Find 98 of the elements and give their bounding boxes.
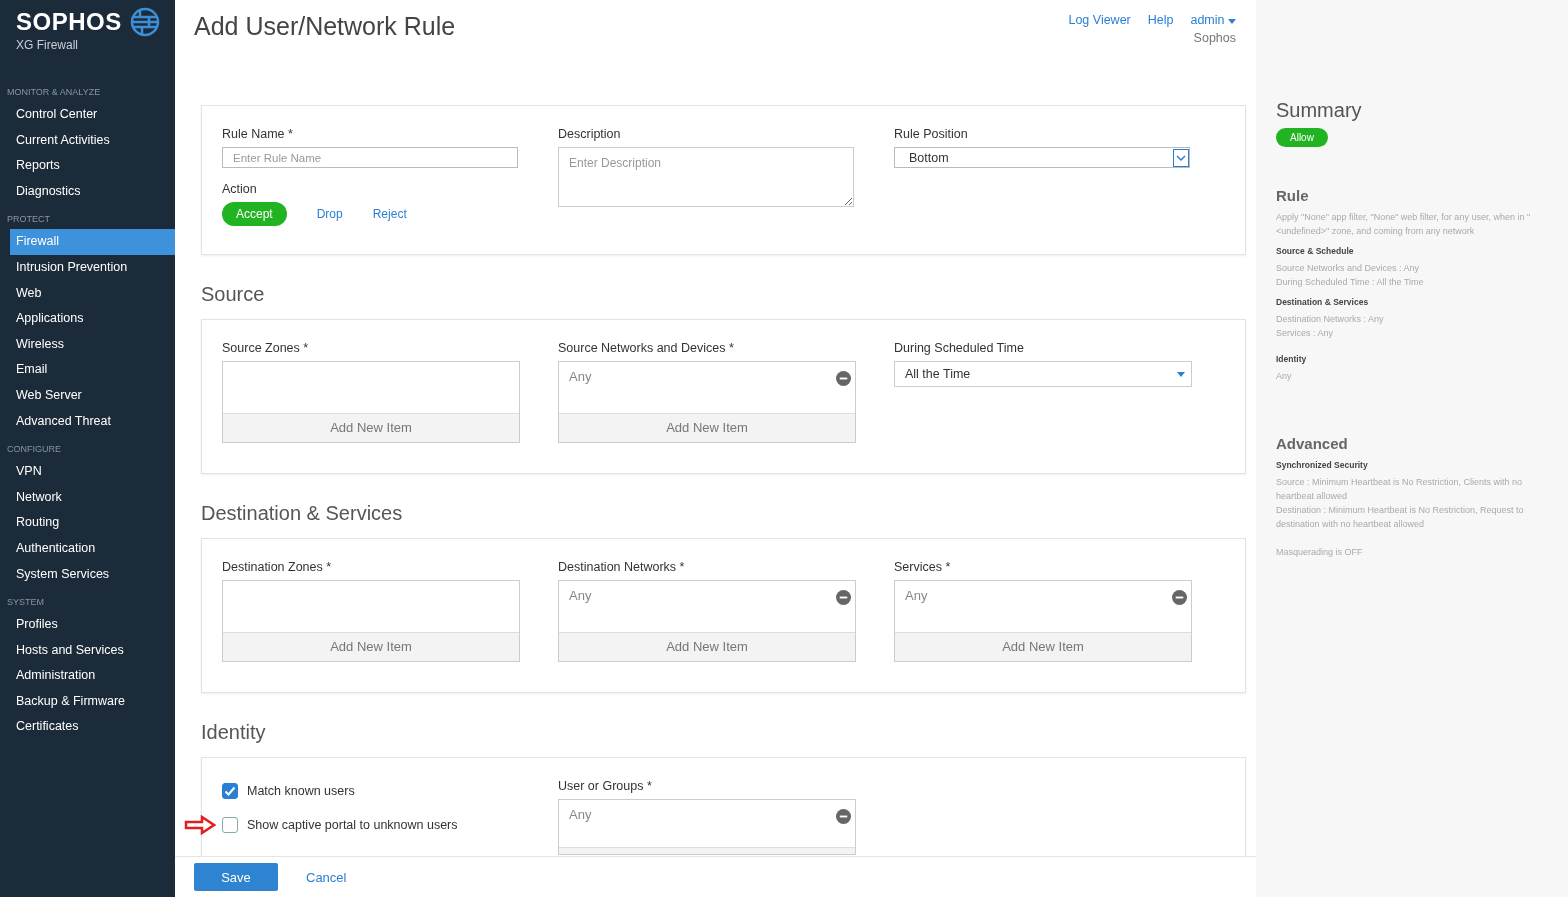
- nav-item[interactable]: System Services: [0, 561, 175, 588]
- add-new-item-button[interactable]: Add New Item: [223, 413, 519, 442]
- field-label: Action: [222, 182, 258, 196]
- summary-heading: Advanced: [1276, 435, 1349, 452]
- checkbox[interactable]: [222, 783, 238, 799]
- nav-section-heading: PROTECT: [6, 213, 51, 227]
- summary-text: Masquerading is OFF: [1276, 546, 1364, 559]
- nav-section-heading: MONITOR & ANALYZE: [6, 86, 102, 99]
- add-new-item-button[interactable]: Add New Item: [559, 413, 855, 442]
- remove-icon[interactable]: [836, 590, 851, 605]
- brand-name: SOPHOS: [16, 8, 122, 36]
- action-option[interactable]: Drop: [316, 202, 343, 226]
- checkbox-label: Show captive portal to unknown users: [247, 818, 458, 832]
- list-field[interactable]: Add New Item: [222, 580, 520, 662]
- caret-icon: [1173, 148, 1189, 167]
- list-field[interactable]: Add New Item: [222, 361, 520, 443]
- nav-item[interactable]: Web: [0, 280, 175, 307]
- summary-text: Source : Minimum Heartbeat is No Restriction, Clients with no heartbeat allowed: [1276, 476, 1524, 503]
- status-badge: Allow: [1276, 128, 1328, 147]
- nav-item[interactable]: Routing: [0, 510, 175, 536]
- summary-text: During Scheduled Time : All the Time: [1276, 276, 1425, 289]
- cancel-link[interactable]: Cancel: [306, 869, 347, 885]
- list-item: Any: [569, 368, 592, 384]
- schedule-dropdown[interactable]: All the Time: [894, 361, 1192, 387]
- page-title: Add User/Network Rule: [194, 12, 456, 42]
- nav-item[interactable]: Web Server: [0, 382, 175, 409]
- nav-section-heading: SYSTEM: [6, 596, 45, 610]
- nav-item[interactable]: Network: [0, 484, 175, 511]
- summary-subheading: Source & Schedule: [1276, 246, 1355, 256]
- field-label: Description: [558, 127, 622, 141]
- header-link[interactable]: Help: [1147, 13, 1174, 105]
- field-label: Rule Name *: [222, 127, 294, 141]
- nav-item[interactable]: Authentication: [0, 535, 175, 562]
- nav-item[interactable]: Profiles: [0, 612, 175, 638]
- summary-subheading: Destination & Services: [1276, 297, 1370, 307]
- nav-item[interactable]: Current Activities: [0, 127, 175, 154]
- list-field[interactable]: Any Add New Item: [558, 361, 856, 443]
- summary-text: Destination : Minimum Heartbeat is No Restriction, Request to destination with no heartbeat allowed: [1276, 504, 1525, 531]
- section-title: Destination & Services: [201, 502, 404, 525]
- summary-text: Services : Any: [1276, 327, 1335, 340]
- field-label: Rule Position: [894, 127, 969, 141]
- nav-item[interactable]: Administration: [0, 663, 175, 689]
- add-new-item-button[interactable]: Add New Item: [223, 632, 519, 661]
- user-menu[interactable]: admin: [1190, 13, 1236, 27]
- description-field[interactable]: Enter Description: [558, 147, 854, 207]
- section-title: Identity: [201, 721, 267, 744]
- globe-icon: [129, 7, 160, 37]
- add-new-item-button[interactable]: Add New Item: [559, 632, 855, 661]
- field-label: Destination Zones *: [222, 560, 333, 574]
- field-label: Source Networks and Devices *: [558, 341, 735, 355]
- header-link[interactable]: Log Viewer: [1068, 13, 1131, 105]
- nav-item[interactable]: Backup & Firmware: [0, 688, 175, 715]
- save-button[interactable]: Save: [194, 863, 278, 891]
- list-field[interactable]: Any Add New Item: [558, 580, 856, 662]
- list-item: Any: [905, 587, 928, 603]
- summary-text: Destination Networks : Any: [1276, 313, 1385, 326]
- rule-position-dropdown[interactable]: Bottom: [894, 147, 1190, 168]
- field-label: During Scheduled Time: [894, 341, 1025, 355]
- add-new-item-button[interactable]: Add New Item: [895, 632, 1191, 661]
- caret-icon: [1177, 371, 1185, 377]
- list-item: Any: [569, 806, 592, 822]
- summary-heading: Rule: [1276, 187, 1310, 204]
- list-item: Any: [569, 587, 592, 603]
- checkbox-label: Match known users: [247, 784, 355, 798]
- nav-item[interactable]: Advanced Threat: [0, 408, 175, 435]
- nav-item[interactable]: Certificates: [0, 714, 175, 741]
- summary-subheading: Identity: [1276, 354, 1308, 364]
- nav-item[interactable]: Email: [0, 357, 175, 383]
- list-field[interactable]: Any: [558, 799, 856, 855]
- nav-item[interactable]: Reports: [0, 153, 175, 179]
- remove-icon[interactable]: [1172, 590, 1187, 605]
- nav-item[interactable]: Diagnostics: [0, 178, 175, 205]
- field-label: Destination Networks *: [558, 560, 686, 574]
- summary-text: Source Networks and Devices : Any: [1276, 262, 1421, 275]
- caret-icon: [1228, 19, 1236, 24]
- nav-item[interactable]: Intrusion Prevention: [0, 254, 175, 281]
- product-name: XG Firewall: [16, 38, 79, 52]
- summary-text: Any: [1276, 370, 1293, 383]
- checkbox[interactable]: [222, 817, 238, 833]
- nav-item[interactable]: Hosts and Services: [0, 637, 175, 664]
- nav-item[interactable]: Wireless: [0, 331, 175, 358]
- action-option[interactable]: Reject: [372, 202, 407, 226]
- remove-icon[interactable]: [836, 371, 851, 386]
- organization-name: Sophos: [1193, 31, 1236, 45]
- section-title: Source: [201, 283, 266, 306]
- list-field[interactable]: Any Add New Item: [894, 580, 1192, 662]
- field-label: Services *: [894, 560, 952, 574]
- remove-icon[interactable]: [836, 809, 851, 824]
- summary-title: Summary: [1276, 99, 1363, 122]
- nav-item[interactable]: Applications: [0, 306, 175, 332]
- rule-name-field[interactable]: Enter Rule Name: [222, 147, 518, 168]
- nav-section-heading: CONFIGURE: [6, 443, 62, 457]
- nav-item[interactable]: VPN: [0, 459, 175, 485]
- summary-subheading: Synchronized Security: [1276, 460, 1369, 470]
- summary-text: Apply "None" app filter, "None" web filter, for any user, when in "<undefined>" zone, and coming from any network: [1276, 211, 1532, 238]
- nav-item[interactable]: Control Center: [0, 102, 175, 128]
- field-label: User or Groups *: [558, 779, 653, 793]
- field-label: Source Zones *: [222, 341, 310, 355]
